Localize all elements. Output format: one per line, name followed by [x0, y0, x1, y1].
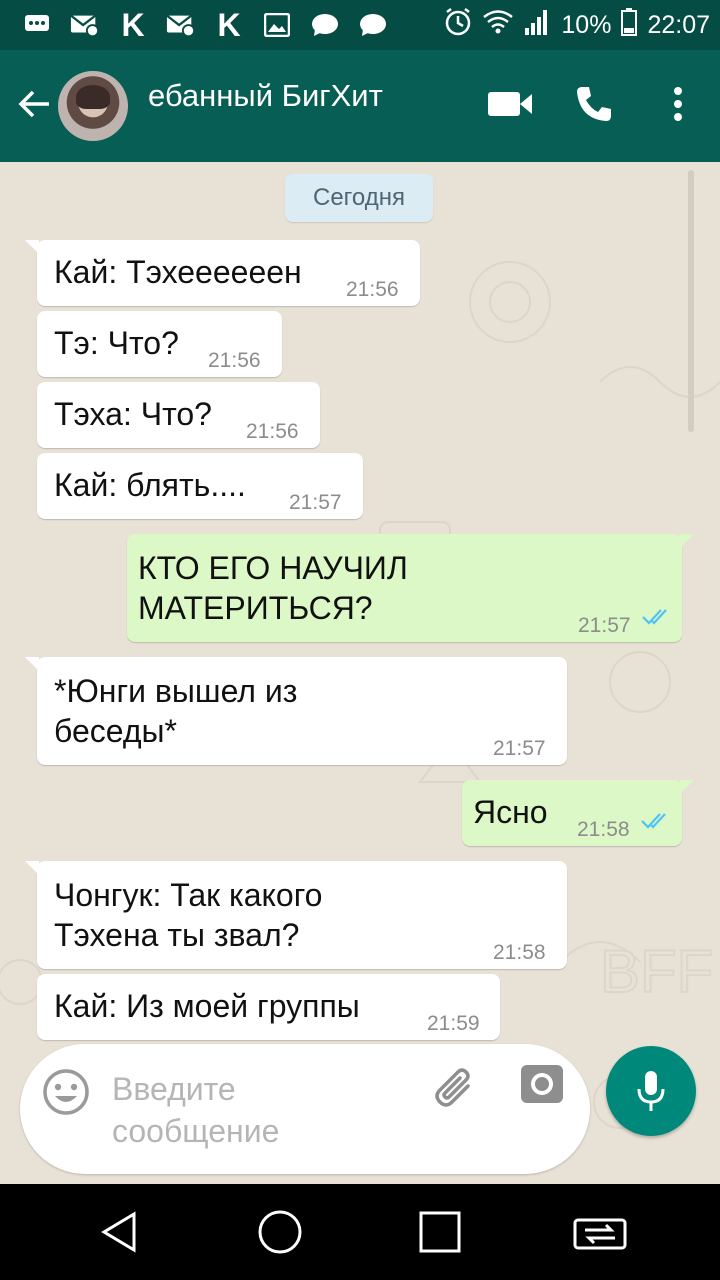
message-text: Тэха: Что? — [54, 396, 212, 432]
message-list[interactable]: BFF Сегодня Кай: Тэхееееeен 21:56 Тэ: Чт… — [0, 162, 720, 1184]
chat-bubble-icon — [22, 10, 52, 40]
emoji-button[interactable] — [42, 1068, 90, 1116]
mail-k-icon-2 — [166, 10, 196, 40]
camera-button[interactable] — [520, 1064, 572, 1116]
message-icon — [310, 10, 340, 40]
message-text-line: Тэхена ты звал? — [54, 917, 300, 953]
phone-icon — [574, 84, 614, 129]
nav-recents-icon — [419, 1211, 461, 1253]
clock: 22:07 — [647, 10, 710, 39]
message-icon-2 — [358, 10, 388, 40]
message-time: 21:58 — [577, 818, 630, 841]
message-text-line: КТО ЕГО НАУЧИЛ — [138, 550, 408, 586]
message-input[interactable]: Введите сообщение — [112, 1068, 422, 1152]
double-check-icon — [642, 609, 667, 625]
system-nav-bar — [0, 1184, 720, 1280]
message-incoming[interactable]: Кай: Из моей группы 21:59 — [37, 974, 500, 1040]
message-text-line: МАТЕРИТЬСЯ? — [138, 590, 373, 626]
message-incoming[interactable]: Тэ: Что? 21:56 — [37, 311, 282, 377]
message-composer: Введите сообщение — [20, 1044, 590, 1174]
message-outgoing[interactable]: Ясно 21:58 — [462, 780, 694, 846]
message-text: Тэ: Что? — [54, 325, 179, 361]
scrollbar[interactable] — [688, 170, 694, 432]
paperclip-icon — [435, 1068, 470, 1107]
message-text-line: беседы* — [54, 713, 177, 749]
bubble-tail — [680, 534, 694, 548]
bubble-tail — [25, 861, 39, 875]
swap-screen-icon — [573, 1218, 627, 1250]
message-text: Кай: Из моей группы — [54, 988, 360, 1024]
chat-title[interactable]: ебанный БигХит — [148, 78, 468, 114]
notification-icons: K K — [22, 6, 443, 43]
bubble-tail — [25, 657, 39, 671]
mail-k-icon — [70, 10, 100, 40]
message-time: 21:56 — [208, 349, 261, 372]
message-time: 21:59 — [427, 1012, 480, 1035]
message-text: Кай: блять.... — [54, 467, 246, 503]
camera-icon — [521, 1065, 563, 1103]
video-call-button[interactable] — [468, 50, 552, 162]
emoji-icon — [43, 1069, 89, 1115]
message-incoming[interactable]: *Юнги вышел из беседы* 21:57 — [25, 657, 567, 765]
status-bar: K K 10% 22:07 — [0, 0, 720, 50]
chat-header: ебанный БигХит — [0, 50, 720, 162]
nav-back-icon — [101, 1211, 136, 1253]
message-time: 21:56 — [346, 278, 399, 301]
more-vertical-icon — [673, 86, 683, 127]
svg-text:BFF: BFF — [600, 938, 713, 1005]
date-divider: Сегодня — [285, 174, 433, 222]
wifi-icon — [483, 9, 514, 42]
vk-k-icon-2: K — [217, 6, 241, 43]
voice-record-button[interactable] — [606, 1046, 696, 1136]
menu-button[interactable] — [636, 50, 720, 162]
battery-percent: 10% — [561, 10, 612, 39]
message-time: 21:57 — [578, 614, 631, 637]
attach-button[interactable] — [430, 1064, 480, 1114]
message-time: 21:57 — [289, 491, 342, 514]
vk-k-icon: K — [121, 6, 145, 43]
message-text-line: *Юнги вышел из — [54, 673, 298, 709]
message-incoming[interactable]: Чонгук: Так какого Тэхена ты звал? 21:58 — [25, 861, 567, 969]
nav-home-button[interactable] — [248, 1200, 312, 1264]
message-incoming[interactable]: Кай: блять.... 21:57 — [37, 453, 363, 519]
message-time: 21:56 — [246, 420, 299, 443]
nav-recents-button[interactable] — [408, 1200, 472, 1264]
message-text: Чонгук: Так какого Тэхена ты звал? — [54, 875, 322, 955]
placeholder-line: сообщение — [112, 1113, 280, 1149]
nav-back-button[interactable] — [88, 1200, 152, 1264]
alarm-icon — [443, 7, 473, 44]
bubble-tail — [680, 780, 694, 794]
bubble-tail — [25, 240, 39, 254]
voice-call-button[interactable] — [552, 50, 636, 162]
image-icon — [262, 10, 292, 40]
message-text: Кай: Тэхееееeен — [54, 254, 302, 290]
nav-home-icon — [258, 1210, 302, 1254]
message-incoming[interactable]: Тэха: Что? 21:56 — [37, 382, 320, 448]
message-incoming[interactable]: Кай: Тэхееееeен 21:56 — [25, 240, 420, 306]
arrow-left-icon — [18, 89, 52, 124]
microphone-icon — [637, 1071, 665, 1111]
signal-icon — [523, 8, 551, 43]
nav-switch-button[interactable] — [568, 1200, 632, 1264]
message-text: *Юнги вышел из беседы* — [54, 671, 297, 751]
message-time: 21:58 — [493, 941, 546, 964]
battery-icon — [621, 7, 638, 43]
system-status: 10% 22:07 — [443, 7, 710, 44]
message-text-line: Чонгук: Так какого — [54, 877, 323, 913]
message-text: КТО ЕГО НАУЧИЛ МАТЕРИТЬСЯ? — [138, 548, 408, 628]
double-check-icon — [641, 813, 666, 829]
message-outgoing[interactable]: КТО ЕГО НАУЧИЛ МАТЕРИТЬСЯ? 21:57 — [127, 534, 694, 642]
message-text: Ясно — [473, 794, 548, 830]
message-time: 21:57 — [493, 737, 546, 760]
video-camera-icon — [487, 90, 533, 123]
avatar[interactable] — [58, 71, 128, 141]
back-button[interactable] — [0, 50, 58, 162]
placeholder-line: Введите — [112, 1071, 236, 1107]
